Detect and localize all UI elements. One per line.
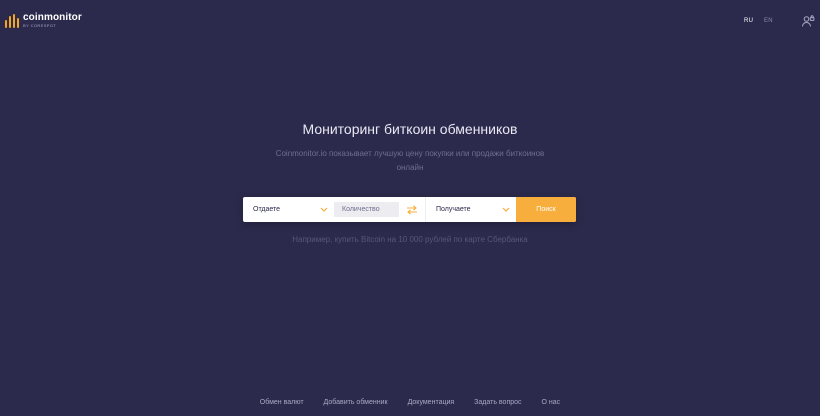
logo-sub: BY CORESPOT (23, 23, 57, 28)
get-currency-label: Получаете (436, 206, 471, 213)
chevron-down-icon (502, 207, 510, 212)
swap-arrows-icon[interactable] (402, 197, 422, 222)
give-currency-label: Отдаете (253, 206, 281, 213)
search-button[interactable]: Поиск (516, 197, 576, 222)
page-subtitle: Coinmonitor.io показывает лучшую цену по… (275, 149, 545, 172)
example-prefix: Например, (292, 235, 335, 244)
user-lock-icon[interactable] (801, 14, 815, 28)
footer-link-ask[interactable]: Задать вопрос (474, 399, 521, 406)
logo-name: coinmonitor (23, 12, 82, 23)
footer-link-docs[interactable]: Документация (408, 399, 455, 406)
footer-link-exchange[interactable]: Обмен валют (260, 399, 304, 406)
exchange-search-bar: Отдаете Получаете Поиск (243, 197, 576, 222)
lang-ru-link[interactable]: RU (744, 18, 753, 24)
search-example: Например, купить Bitcoin на 10 000 рубле… (0, 235, 820, 244)
logo[interactable]: coinmonitor BY CORESPOT (5, 13, 82, 28)
amount-input[interactable] (334, 202, 399, 217)
page-title: Мониторинг биткоин обменников (302, 121, 518, 137)
footer-nav: Обмен валют Добавить обменник Документац… (0, 399, 820, 406)
bar-chart-logo-icon (5, 13, 19, 28)
chevron-down-icon (320, 207, 328, 212)
logo-text: coinmonitor BY CORESPOT (23, 13, 82, 28)
footer-link-about[interactable]: О нас (542, 399, 561, 406)
page: coinmonitor BY CORESPOT RU EN Мониторинг… (0, 0, 820, 416)
footer-link-add-exchanger[interactable]: Добавить обменник (324, 399, 388, 406)
example-link[interactable]: купить Bitcoin на 10 000 рублей по карте… (335, 235, 528, 244)
get-currency-select[interactable]: Получаете (425, 197, 516, 222)
give-currency-select[interactable]: Отдаете (243, 197, 334, 222)
lang-en-link[interactable]: EN (764, 18, 773, 24)
